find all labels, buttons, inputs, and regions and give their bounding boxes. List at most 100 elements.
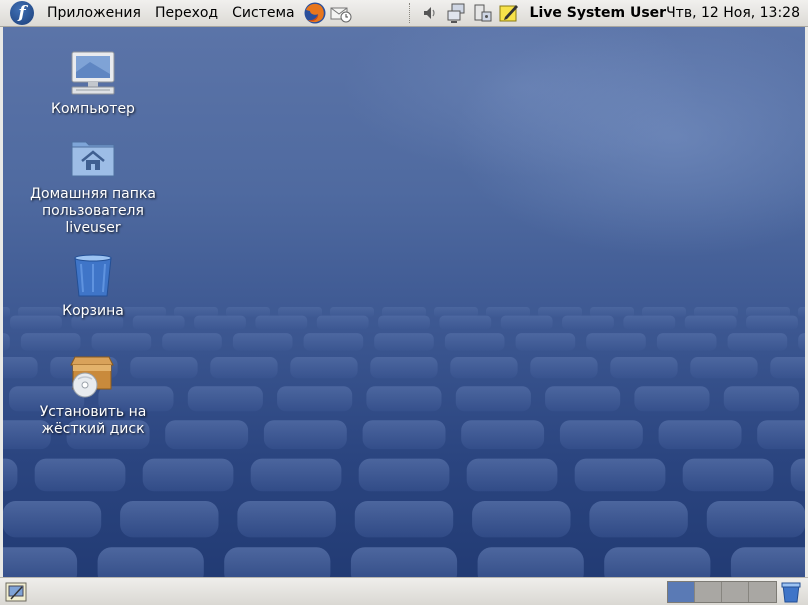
trash-applet-icon[interactable] (780, 581, 802, 603)
wallpaper-tile (91, 333, 152, 351)
wallpaper-tile (263, 420, 347, 450)
wallpaper-tile (559, 420, 643, 450)
wallpaper-tile (589, 501, 688, 538)
menu-places[interactable]: Переход (148, 0, 225, 27)
wallpaper-tile (590, 307, 634, 317)
wallpaper-tile (694, 307, 738, 317)
mail-launcher-icon[interactable] (329, 1, 353, 25)
wallpaper-tile (3, 333, 10, 351)
wallpaper-tile (515, 333, 576, 351)
wallpaper-tile (684, 315, 737, 330)
wallpaper-tile (350, 547, 458, 577)
home-folder-icon (67, 132, 119, 184)
wallpaper-tile (366, 386, 442, 412)
install-disk-icon (67, 350, 119, 402)
wallpaper-tile (290, 357, 358, 379)
wallpaper-tile (34, 458, 126, 492)
wallpaper-tile (477, 547, 584, 577)
desktop-icon-label: Компьютер (51, 101, 135, 117)
wallpaper-tile (610, 357, 678, 379)
panel-separator (408, 3, 410, 23)
wallpaper-tile (370, 357, 438, 379)
wallpaper-tile (250, 458, 342, 492)
wallpaper-tile (165, 420, 249, 450)
wallpaper-tile (232, 333, 293, 351)
desktop[interactable]: Компьютер Домашняя папка пользователя li… (3, 27, 805, 577)
wallpaper-tile (790, 458, 805, 492)
workspace-3[interactable] (722, 582, 749, 602)
menu-system[interactable]: Система (225, 0, 301, 27)
wallpaper-tile (623, 315, 676, 330)
user-name-label[interactable]: Live System User (530, 5, 667, 21)
wallpaper-tile (444, 333, 505, 351)
wallpaper-tile (746, 315, 798, 330)
wallpaper-tile (277, 386, 353, 412)
wallpaper-tile (142, 458, 234, 492)
wallpaper-tile (604, 547, 711, 577)
wallpaper-tile (224, 547, 331, 577)
desktop-icon-home[interactable]: Домашняя папка пользователя liveuser (28, 132, 158, 237)
wallpaper-tile (690, 357, 758, 379)
wallpaper-tile (656, 333, 717, 351)
network-icon[interactable] (446, 2, 468, 24)
desktop-icon-label: Домашняя папка пользователя liveuser (30, 186, 156, 236)
wallpaper-tile (746, 307, 790, 317)
wallpaper-tile (472, 501, 571, 538)
wallpaper-tile (278, 307, 322, 317)
workspace-4[interactable] (749, 582, 776, 602)
desktop-icon-install[interactable]: Установить на жёсткий диск (28, 350, 158, 438)
wallpaper-tile (730, 547, 805, 577)
wallpaper-tile (461, 420, 545, 450)
devices-icon[interactable] (472, 2, 494, 24)
fedora-logo-letter: f (18, 2, 26, 23)
wallpaper-tile (634, 386, 710, 412)
workspace-switcher[interactable] (667, 581, 777, 603)
volume-icon[interactable] (420, 2, 442, 24)
wallpaper-tile (706, 501, 805, 538)
bottom-panel (0, 577, 808, 605)
wallpaper-tile (723, 386, 799, 412)
wallpaper-tile (378, 315, 430, 330)
wallpaper-tile (3, 307, 10, 317)
wallpaper-tile (586, 333, 646, 351)
wallpaper-tile (162, 333, 222, 351)
show-desktop-icon[interactable] (5, 581, 27, 603)
clock[interactable]: Чтв, 12 Ноя, 13:28 (666, 5, 800, 21)
wallpaper-tile (770, 357, 805, 379)
wallpaper-tile (434, 307, 478, 317)
wallpaper-tile (500, 315, 553, 330)
wallpaper-tile (354, 501, 454, 538)
desktop-icon-computer[interactable]: Компьютер (28, 47, 158, 118)
wallpaper-tile (798, 307, 805, 317)
wallpaper-tile (658, 420, 742, 450)
wallpaper-tile (382, 307, 426, 317)
fedora-logo-icon[interactable]: f (10, 1, 34, 25)
wallpaper-tile (757, 420, 805, 450)
workspace-2[interactable] (695, 582, 722, 602)
wallpaper-tile (97, 547, 204, 577)
wallpaper-tile (798, 333, 805, 351)
wallpaper-tile (642, 307, 686, 317)
wallpaper-tile (374, 333, 434, 351)
wallpaper-tile (562, 315, 614, 330)
wallpaper-tile (3, 501, 102, 538)
notes-icon[interactable] (498, 2, 520, 24)
wallpaper-tile (362, 420, 446, 450)
workspace-1[interactable] (668, 582, 695, 602)
wallpaper-tile (3, 547, 78, 577)
menu-applications[interactable]: Приложения (40, 0, 148, 27)
wallpaper-tile (237, 501, 336, 538)
wallpaper-tile (358, 458, 450, 492)
wallpaper-tile (187, 386, 263, 412)
wallpaper-tile (20, 333, 81, 351)
desktop-icon-label: Корзина (62, 303, 124, 319)
wallpaper-tile (727, 333, 788, 351)
desktop-icon-trash[interactable]: Корзина (28, 249, 158, 320)
trash-icon (67, 249, 119, 301)
firefox-launcher-icon[interactable] (303, 1, 327, 25)
wallpaper-tile (455, 386, 531, 412)
wallpaper-tile (466, 458, 558, 492)
wallpaper-tile (255, 315, 308, 330)
wallpaper-tile (538, 307, 582, 317)
wallpaper-tile (330, 307, 374, 317)
